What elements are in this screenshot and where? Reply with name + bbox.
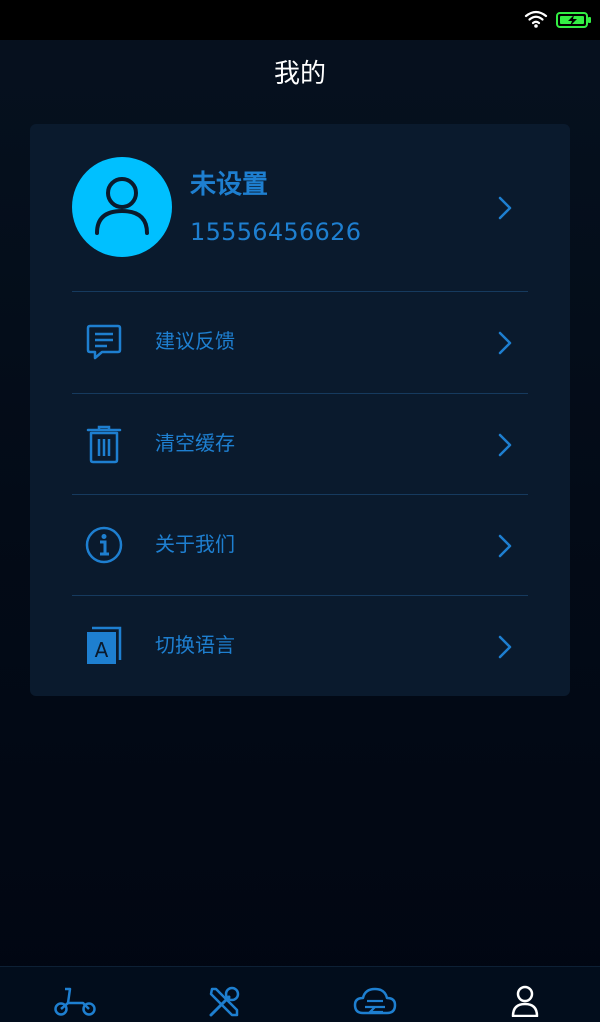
- settings-card: 未设置 15556456626 建议反馈 清空缓存 关于我们 A 切换语言: [30, 124, 570, 696]
- avatar[interactable]: [72, 157, 172, 257]
- scooter-icon: [54, 987, 96, 1016]
- profile-phone: 15556456626: [190, 218, 362, 246]
- tools-icon: [209, 986, 240, 1017]
- tab-profile[interactable]: [450, 967, 600, 1022]
- user-avatar-icon: [95, 177, 149, 235]
- menu-item-label: 关于我们: [155, 532, 235, 556]
- menu-item-label: 清空缓存: [155, 431, 235, 455]
- tab-tools[interactable]: [150, 967, 300, 1022]
- profile-name: 未设置: [190, 170, 269, 200]
- tab-vehicle[interactable]: [0, 967, 150, 1022]
- bottom-nav: [0, 966, 600, 1022]
- battery-charging-icon: [556, 12, 591, 28]
- status-bar: [0, 0, 600, 40]
- user-icon: [511, 985, 539, 1017]
- chevron-right-icon: [498, 331, 512, 355]
- feedback-icon: [86, 324, 122, 360]
- language-icon: A: [87, 626, 122, 664]
- info-icon: [85, 526, 123, 564]
- menu-item-about-us[interactable]: 关于我们: [30, 495, 570, 596]
- chevron-right-icon: [498, 196, 512, 220]
- profile-row[interactable]: 未设置 15556456626: [30, 124, 570, 291]
- page-title: 我的: [273, 59, 326, 89]
- menu-item-feedback[interactable]: 建议反馈: [30, 292, 570, 393]
- chevron-right-icon: [498, 433, 512, 457]
- menu-item-label: 切换语言: [155, 633, 235, 657]
- trash-icon: [86, 425, 122, 464]
- chevron-right-icon: [498, 534, 512, 558]
- menu-item-label: 建议反馈: [155, 329, 235, 353]
- chevron-right-icon: [498, 635, 512, 659]
- wifi-icon: [524, 10, 548, 28]
- cloud-icon: [353, 987, 397, 1015]
- screen: 我的 未设置 15556456626 建议反馈 清空缓存 关于我们 A 切换语言: [0, 0, 600, 1022]
- tab-cloud[interactable]: [300, 967, 450, 1022]
- menu-item-clear-cache[interactable]: 清空缓存: [30, 394, 570, 495]
- menu-item-switch-language[interactable]: A 切换语言: [30, 596, 570, 697]
- svg-text:A: A: [95, 638, 109, 662]
